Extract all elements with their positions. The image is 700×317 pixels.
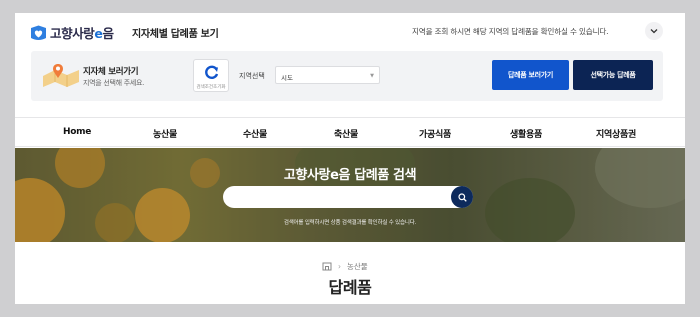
panel-title: 지자체 보러가기 <box>83 67 139 77</box>
search-button[interactable] <box>451 186 473 208</box>
nav-item-home[interactable]: Home <box>63 127 91 137</box>
view-gifts-button[interactable]: 답례품 보러가기 <box>492 60 569 90</box>
reset-filter-button[interactable]: 검색조건초기화 <box>193 59 229 92</box>
nav-item-livestock[interactable]: 축산물 <box>334 127 358 140</box>
region-filter-panel: 지자체 보러가기 지역을 선택해 주세요. 검색조건초기화 지역선택 시도 ▼ … <box>31 51 663 101</box>
top-bar: 고향사랑e음 지자체별 답례품 보기 지역을 조회 하시면 해당 지역의 답례품… <box>15 13 685 50</box>
reset-label: 검색조건초기화 <box>196 85 226 90</box>
nav-item-processed[interactable]: 가공식품 <box>419 127 451 140</box>
nav-item-seafood[interactable]: 수산물 <box>243 127 267 140</box>
chevron-down-icon <box>650 29 658 34</box>
notice-text: 지역을 조회 하시면 해당 지역의 답례품을 확인하실 수 있습니다. <box>412 27 609 36</box>
breadcrumb-separator-icon: › <box>338 262 341 271</box>
search-hint: 검색어를 입력하시면 상품 검색결과를 확인하실 수 있습니다. <box>283 220 417 226</box>
breadcrumb: › 농산물 <box>322 261 368 272</box>
home-icon[interactable] <box>322 262 332 271</box>
panel-subtitle: 지역을 선택해 주세요. <box>83 79 145 87</box>
search-input[interactable] <box>223 186 473 208</box>
page-heading: 지자체별 답례품 보기 <box>132 29 219 40</box>
caret-down-icon: ▼ <box>370 73 374 79</box>
region-select[interactable]: 시도 ▼ <box>275 66 380 84</box>
refresh-icon <box>205 65 219 79</box>
page-title: 답례품 <box>328 278 372 297</box>
region-select-value: 시도 <box>281 74 293 82</box>
map-pin-icon <box>43 64 79 87</box>
selectable-gifts-button[interactable]: 선택가능 답례품 <box>573 60 653 90</box>
hero-banner: 고향사랑e음 답례품 검색 검색어를 입력하시면 상품 검색결과를 확인하실 수… <box>15 148 685 242</box>
nav-item-household[interactable]: 생활용품 <box>510 127 542 140</box>
hero-title: 고향사랑e음 답례품 검색 <box>283 168 417 183</box>
nav-item-vouchers[interactable]: 지역상품권 <box>596 127 636 140</box>
site-logo[interactable]: 고향사랑e음 <box>30 23 114 42</box>
nav-item-agricultural[interactable]: 농산물 <box>153 127 177 140</box>
page-frame: 고향사랑e음 지자체별 답례품 보기 지역을 조회 하시면 해당 지역의 답례품… <box>15 13 685 304</box>
region-label: 지역선택 <box>239 72 265 80</box>
breadcrumb-current[interactable]: 농산물 <box>347 261 368 272</box>
logo-text: 고향사랑e음 <box>50 26 114 41</box>
search-icon <box>457 192 467 202</box>
main-nav: Home 농산물 수산물 축산물 가공식품 생활용품 지역상품권 <box>15 117 685 147</box>
heart-house-icon <box>31 25 46 40</box>
toggle-panel-button[interactable] <box>645 22 663 40</box>
